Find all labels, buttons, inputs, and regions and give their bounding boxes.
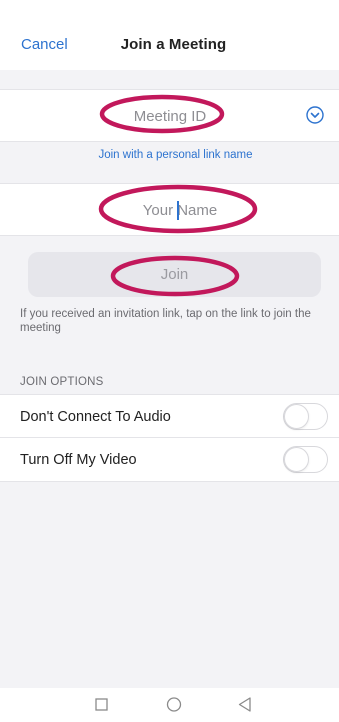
triangle-back-icon[interactable]	[223, 688, 267, 722]
square-recents-icon[interactable]	[79, 688, 123, 722]
option-row-audio: Don't Connect To Audio	[0, 394, 339, 438]
text-cursor	[177, 201, 179, 220]
navigation-bar	[0, 688, 339, 722]
circle-home-icon[interactable]	[152, 688, 196, 722]
audio-toggle[interactable]	[283, 403, 328, 430]
name-row	[0, 183, 339, 236]
toggle-knob	[284, 447, 309, 472]
chevron-down-circle-icon[interactable]	[306, 106, 324, 124]
option-label-audio: Don't Connect To Audio	[20, 409, 171, 425]
option-row-video: Turn Off My Video	[0, 438, 339, 482]
option-label-video: Turn Off My Video	[20, 452, 137, 468]
join-meeting-screen: Cancel Join a Meeting Join with a person…	[0, 0, 339, 722]
personal-link-name-link[interactable]: Join with a personal link name	[98, 149, 252, 161]
name-input[interactable]	[80, 184, 280, 236]
join-options-header: JOIN OPTIONS	[20, 376, 104, 388]
meeting-id-input[interactable]	[70, 90, 270, 142]
join-button[interactable]: Join	[28, 252, 321, 297]
page-title: Join a Meeting	[120, 36, 227, 53]
toggle-knob	[284, 404, 309, 429]
header: Cancel Join a Meeting	[0, 0, 339, 70]
invitation-note: If you received an invitation link, tap …	[20, 308, 311, 334]
meeting-id-row	[0, 89, 339, 142]
video-toggle[interactable]	[283, 446, 328, 473]
